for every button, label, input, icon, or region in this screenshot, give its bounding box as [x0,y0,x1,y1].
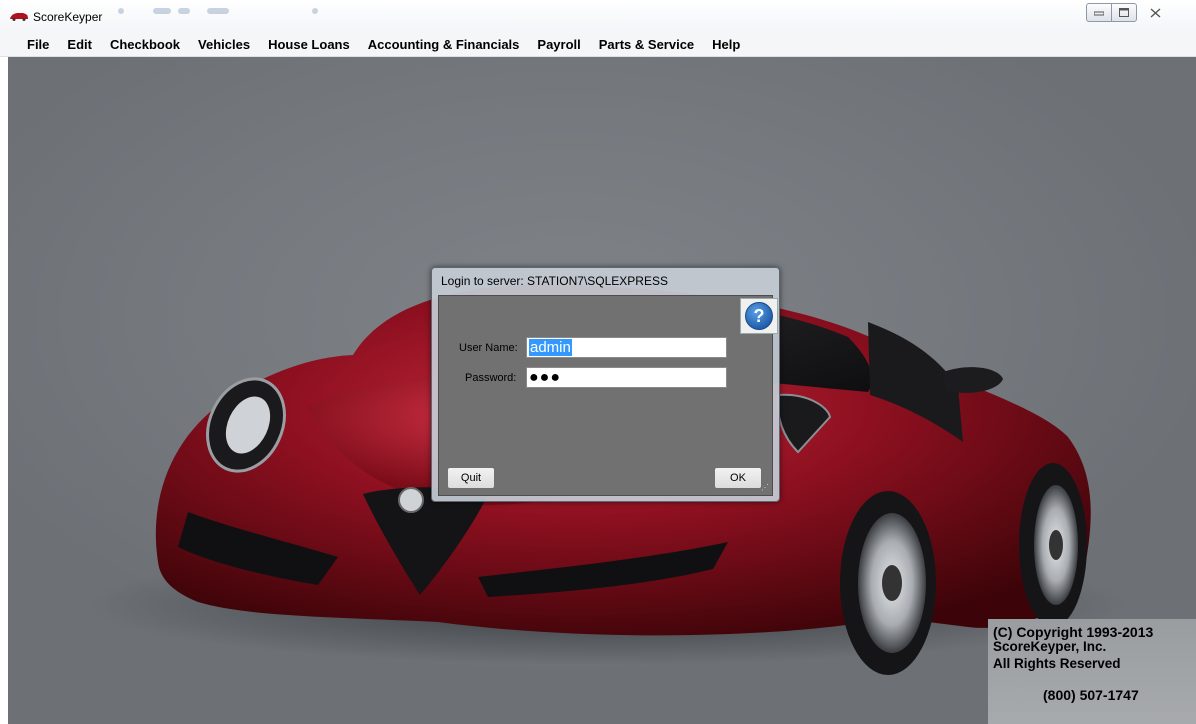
minimize-icon [1094,11,1104,15]
menu-help[interactable]: Help [703,37,749,52]
minimize-button[interactable] [1086,3,1112,22]
password-field[interactable]: ●●● [526,367,727,388]
blurred-title-detail [178,8,190,14]
username-value: admin [529,339,572,356]
close-icon [1150,7,1160,18]
blurred-title-detail [312,8,318,14]
resize-grip-icon[interactable]: ⋰ [761,484,769,492]
blurred-title-detail [118,8,124,14]
copyright-line: (C) Copyright 1993-2013 [993,624,1154,640]
close-button[interactable] [1136,3,1174,22]
blurred-title-detail [153,8,171,14]
quit-button[interactable]: Quit [447,467,495,489]
username-field[interactable]: admin [526,337,727,358]
login-dialog: Login to server: STATION7\SQLEXPRESS ? U… [431,267,780,502]
copyright-panel: (C) Copyright 1993-2013 ScoreKeyper, Inc… [988,619,1196,724]
help-button[interactable]: ? [740,298,778,334]
phone-number: (800) 507-1747 [1043,687,1139,703]
ok-label: OK [730,472,746,484]
menu-bar: File Edit Checkbook Vehicles House Loans… [0,32,1196,57]
menu-parts-service[interactable]: Parts & Service [590,37,703,52]
window-title: ScoreKeyper [33,10,103,24]
menu-vehicles[interactable]: Vehicles [189,37,259,52]
maximize-button[interactable] [1111,3,1137,22]
quit-label: Quit [460,472,482,484]
menu-file[interactable]: File [18,37,58,52]
rights-reserved: All Rights Reserved [993,656,1121,671]
menu-accounting-financials[interactable]: Accounting & Financials [359,37,529,52]
menu-checkbook[interactable]: Checkbook [101,37,189,52]
dialog-title: Login to server: STATION7\SQLEXPRESS [441,274,668,288]
username-label: User Name: [459,342,518,354]
blurred-title-detail [207,8,229,14]
password-label: Password: [465,372,517,384]
menu-payroll[interactable]: Payroll [528,37,589,52]
dialog-body: ? User Name: admin Password: ●●● Quit OK… [438,295,778,496]
menu-edit[interactable]: Edit [58,37,101,52]
maximize-icon [1119,8,1129,17]
car-app-icon [10,13,28,21]
window-titlebar: ScoreKeyper [0,0,1196,32]
svg-text:?: ? [754,306,765,326]
window-controls [1086,3,1174,23]
help-question-icon: ? [745,302,773,330]
window-left-edge [0,57,8,724]
menu-house-loans[interactable]: House Loans [259,37,359,52]
ok-button[interactable]: OK [714,467,762,489]
company-name: ScoreKeyper, Inc. [993,639,1107,654]
password-mask: ●●● [529,369,561,386]
